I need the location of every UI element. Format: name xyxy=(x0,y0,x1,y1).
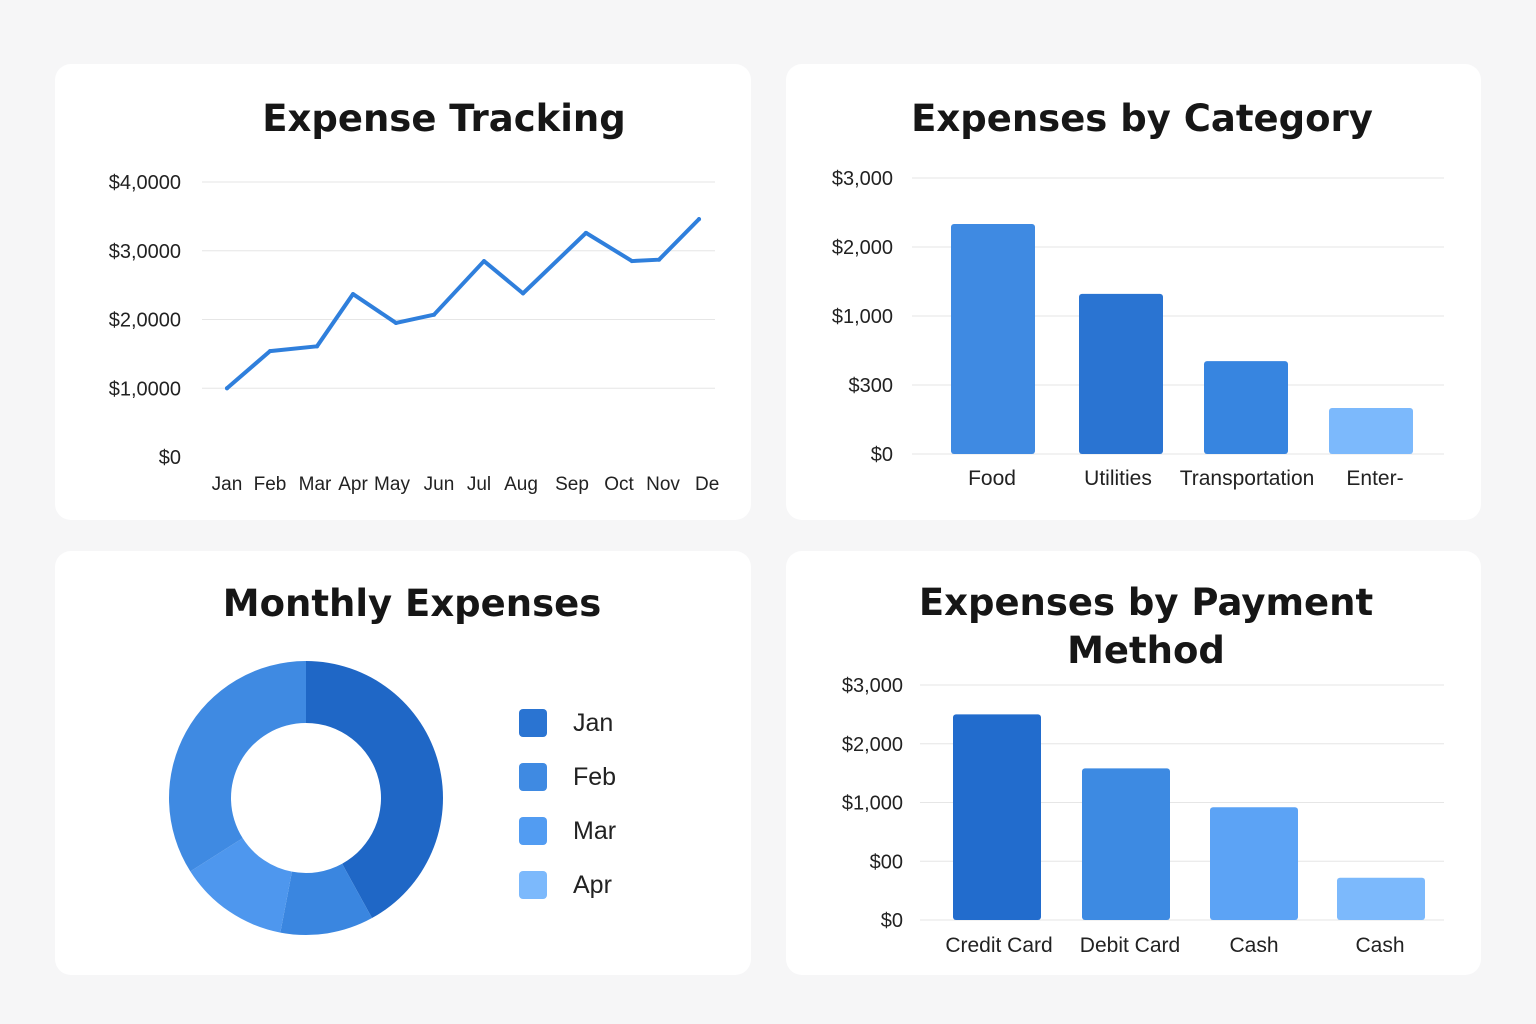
y-tick-label: $1,000 xyxy=(832,306,893,328)
chart-title: Expenses by Payment xyxy=(919,581,1373,624)
line-point xyxy=(630,259,634,264)
expenses-by-payment-chart: Expenses by Payment Method $3,000 $2,000 $1,… xyxy=(842,581,1444,957)
x-tick-label: De xyxy=(695,474,719,495)
x-tick-label: Mar xyxy=(299,474,332,495)
line-point xyxy=(432,312,436,317)
y-tick-label: $3,000 xyxy=(832,168,893,190)
monthly-expenses-card: Monthly Expenses Jan Feb Mar Apr xyxy=(55,551,751,975)
y-tick-label: $3,0000 xyxy=(109,241,181,263)
expense-line-series xyxy=(225,217,701,391)
x-tick-label: Apr xyxy=(338,474,368,495)
legend-swatch xyxy=(519,817,547,845)
donut-slice-apr xyxy=(168,661,306,872)
expenses-by-category-chart: Expenses by Category $3,000 $2,000 $1,000 $3… xyxy=(832,97,1444,490)
x-tick-label: Cash xyxy=(1355,934,1404,957)
x-tick-label: Enter- xyxy=(1346,467,1403,490)
y-tick-label: $2,0000 xyxy=(109,310,181,332)
legend-swatch xyxy=(519,763,547,791)
legend-label: Mar xyxy=(573,817,616,845)
legend-swatch xyxy=(519,709,547,737)
line-point xyxy=(697,217,701,222)
y-tick-label: $00 xyxy=(870,851,903,873)
line-point xyxy=(225,386,229,391)
y-tick-label: $1,0000 xyxy=(109,378,181,400)
y-tick-label: $2,000 xyxy=(832,237,893,259)
line-point xyxy=(351,292,355,297)
chart-title: Method xyxy=(1067,629,1225,672)
line-point xyxy=(657,257,661,262)
x-tick-label: May xyxy=(374,474,410,495)
line-point xyxy=(268,349,272,354)
line-point xyxy=(482,259,486,264)
line-point xyxy=(315,344,319,349)
expenses-by-category-card: Expenses by Category $3,000 $2,000 $1,000 $3… xyxy=(786,64,1481,520)
bar-cash xyxy=(1337,877,1425,920)
chart-title: Expenses by Category xyxy=(911,97,1373,140)
y-tick-label: $300 xyxy=(849,375,894,397)
x-tick-label: Jul xyxy=(467,474,491,495)
x-tick-label: Credit Card xyxy=(945,934,1052,957)
y-tick-label: $3,000 xyxy=(842,675,903,697)
x-tick-label: Jan xyxy=(212,474,243,495)
bar-debit-card xyxy=(1082,768,1170,920)
x-tick-label: Feb xyxy=(254,474,287,495)
bar-food xyxy=(951,224,1035,454)
x-tick-label: Cash xyxy=(1229,934,1278,957)
line-point xyxy=(521,291,525,296)
y-tick-label: $0 xyxy=(871,444,893,466)
y-tick-label: $0 xyxy=(881,910,903,932)
x-tick-label: Nov xyxy=(646,474,680,495)
bar-cash xyxy=(1210,807,1298,920)
y-tick-label: $4,0000 xyxy=(109,172,181,194)
x-tick-label: Oct xyxy=(604,474,634,495)
bar-credit-card xyxy=(953,714,1041,920)
y-tick-label: $2,000 xyxy=(842,734,903,756)
legend-label: Jan xyxy=(573,709,613,737)
legend-label: Feb xyxy=(573,763,616,791)
x-tick-label: Utilities xyxy=(1084,467,1152,490)
expenses-by-payment-card: Expenses by Payment Method $3,000 $2,000 $1,… xyxy=(786,551,1481,975)
expense-tracking-card: Expense Tracking $4,0000 $3,0000 $2,0000 $1,… xyxy=(55,64,751,520)
bar-transportation xyxy=(1204,361,1288,454)
legend-swatch xyxy=(519,871,547,899)
bar-utilities xyxy=(1079,293,1163,454)
monthly-expenses-chart: Monthly Expenses Jan Feb Mar Apr xyxy=(168,582,616,935)
x-tick-label: Debit Card xyxy=(1080,934,1180,957)
line-point xyxy=(394,320,398,325)
expense-tracking-chart: Expense Tracking $4,0000 $3,0000 $2,0000 $1,… xyxy=(109,97,720,495)
x-tick-label: Food xyxy=(968,467,1016,490)
x-tick-label: Jun xyxy=(424,474,455,495)
y-tick-label: $1,000 xyxy=(842,793,903,815)
chart-title: Expense Tracking xyxy=(262,97,626,140)
x-tick-label: Sep xyxy=(555,474,589,495)
line-point xyxy=(584,230,588,235)
bar-enter- xyxy=(1329,408,1413,454)
legend-label: Apr xyxy=(573,871,612,899)
y-tick-label: $0 xyxy=(159,447,181,469)
x-tick-label: Aug xyxy=(504,474,538,495)
x-tick-label: Transportation xyxy=(1180,467,1315,490)
chart-title: Monthly Expenses xyxy=(223,582,602,625)
